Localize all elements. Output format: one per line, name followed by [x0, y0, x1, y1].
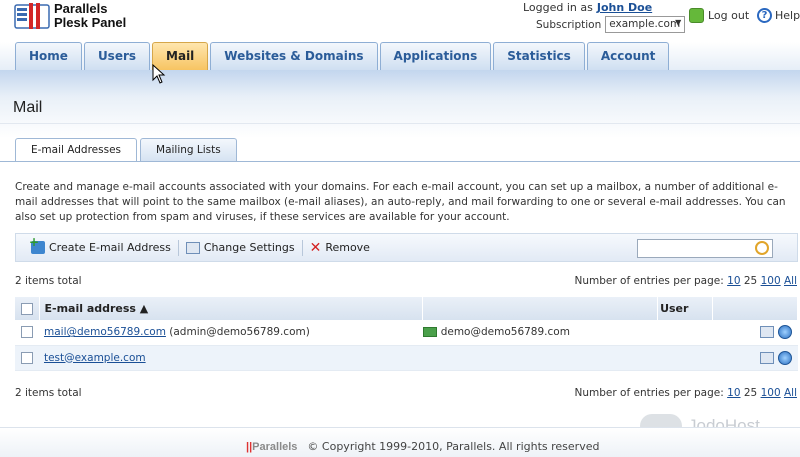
page-description: Create and manage e-mail accounts associ…	[15, 181, 786, 223]
actions-cell	[713, 320, 798, 345]
per-page-label: Number of entries per page:	[574, 387, 724, 399]
per-page-all-link[interactable]: All	[784, 275, 797, 287]
subscription-label: Subscription	[536, 18, 602, 31]
remove-label: Remove	[325, 241, 370, 254]
webmail-icon[interactable]	[777, 350, 792, 365]
tab-applications[interactable]: Applications	[379, 42, 492, 70]
email-cell: mail@demo56789.com (admin@demo56789.com)	[40, 320, 423, 345]
brand-name: Parallels Plesk Panel	[54, 2, 126, 30]
footer-copyright: © Copyright 1999-2010, Parallels. All ri…	[307, 440, 600, 453]
edit-settings-icon[interactable]	[759, 351, 774, 364]
entries-per-page-bottom: Number of entries per page: 10 25 100 Al…	[575, 387, 797, 399]
remove-button[interactable]: ✕ Remove	[303, 240, 377, 256]
footer-logo-text: Parallels	[252, 440, 298, 453]
column-user-header[interactable]: User	[657, 297, 714, 320]
search-input[interactable]	[637, 239, 773, 258]
title-band	[0, 70, 800, 138]
logged-in-label: Logged in as	[523, 1, 593, 14]
user-name-link[interactable]: John Doe	[597, 1, 652, 14]
search-icon[interactable]	[755, 241, 769, 255]
remove-icon: ✕	[309, 239, 322, 256]
login-info: Logged in as John Doe	[523, 1, 652, 14]
mail-toolbar: Create E-mail Address Change Settings ✕ …	[15, 233, 798, 262]
email-link[interactable]: mail@demo56789.com	[44, 326, 166, 338]
per-page-25-current: 25	[743, 387, 758, 399]
select-all-cell	[15, 297, 41, 320]
email-cell: test@example.com	[40, 345, 423, 370]
table-row: mail@demo56789.com (admin@demo56789.com)…	[15, 320, 798, 345]
forward-cell	[423, 345, 658, 370]
column-actions-header	[712, 297, 798, 320]
subscription-value: example.com	[609, 18, 681, 30]
row-checkbox[interactable]	[21, 326, 33, 339]
create-email-label: Create E-mail Address	[49, 241, 171, 254]
footer-content: ||Parallels © Copyright 1999-2010, Paral…	[246, 440, 599, 453]
row-checkbox[interactable]	[21, 351, 33, 364]
per-page-10-link[interactable]: 10	[727, 387, 740, 399]
chevron-down-icon: ▼	[675, 18, 682, 27]
per-page-100-link[interactable]: 100	[761, 387, 781, 399]
actions-cell	[713, 345, 798, 370]
main-tabs: Home Users Mail Websites & Domains Appli…	[15, 42, 670, 70]
tab-mailing-lists[interactable]: Mailing Lists	[140, 138, 237, 161]
tab-email-addresses[interactable]: E-mail Addresses	[15, 138, 138, 162]
help-button[interactable]: ? Help	[757, 8, 800, 23]
edit-settings-icon[interactable]	[759, 326, 774, 339]
help-label: Help	[775, 9, 800, 22]
brand-line1: Parallels	[54, 1, 108, 16]
create-email-icon	[29, 235, 45, 254]
row-checkbox-cell	[15, 345, 40, 370]
logout-icon	[689, 8, 704, 23]
subscription-select[interactable]: example.com ▼	[605, 16, 686, 33]
forward-cell: demo@demo56789.com	[422, 320, 658, 345]
row-checkbox-cell	[15, 320, 40, 345]
column-email-header[interactable]: E-mail address ▲	[39, 297, 424, 320]
user-cell	[658, 320, 713, 345]
logout-button[interactable]: Log out	[689, 8, 749, 23]
per-page-25-current: 25	[743, 275, 758, 287]
tab-home[interactable]: Home	[15, 42, 82, 70]
tab-statistics[interactable]: Statistics	[493, 42, 585, 70]
select-all-checkbox[interactable]	[21, 303, 33, 315]
tab-users[interactable]: Users	[83, 42, 151, 70]
entries-per-page-top: Number of entries per page: 10 25 100 Al…	[575, 275, 797, 287]
brand-line2: Plesk Panel	[54, 15, 127, 30]
page-title: Mail	[13, 99, 43, 116]
items-total-top: 2 items total	[15, 275, 82, 287]
title-divider	[0, 123, 800, 124]
forward-address: demo@demo56789.com	[440, 326, 570, 339]
per-page-all-link[interactable]: All	[784, 387, 797, 399]
per-page-100-link[interactable]: 100	[761, 275, 781, 287]
change-settings-label: Change Settings	[203, 241, 295, 254]
mail-forward-icon	[422, 327, 437, 338]
parallels-footer-logo: ||Parallels	[246, 441, 297, 453]
create-email-button[interactable]: Create E-mail Address	[24, 235, 178, 254]
mouse-cursor-icon	[152, 64, 166, 84]
plesk-logo-icon	[14, 3, 50, 29]
change-settings-button[interactable]: Change Settings	[179, 241, 302, 254]
settings-icon	[185, 241, 200, 254]
logout-label: Log out	[708, 9, 750, 22]
tab-account[interactable]: Account	[586, 42, 670, 70]
email-link[interactable]: test@example.com	[44, 352, 146, 364]
per-page-10-link[interactable]: 10	[727, 275, 740, 287]
email-note: (admin@demo56789.com)	[169, 326, 310, 339]
column-forward-header	[422, 297, 659, 320]
subscription-selector: Subscription example.com ▼	[536, 16, 686, 33]
table-header-row: E-mail address ▲ User	[15, 297, 798, 320]
subtab-divider	[0, 161, 800, 162]
table-row: test@example.com	[15, 345, 798, 370]
mail-subtabs: E-mail Addresses Mailing Lists	[15, 138, 237, 162]
items-total-bottom: 2 items total	[15, 387, 82, 399]
user-cell	[658, 345, 713, 370]
email-table: E-mail address ▲ User mail@demo56789.com…	[15, 297, 798, 371]
webmail-icon[interactable]	[777, 325, 792, 340]
help-icon: ?	[757, 8, 772, 23]
tab-websites-domains[interactable]: Websites & Domains	[210, 42, 378, 70]
per-page-label: Number of entries per page:	[574, 275, 724, 287]
